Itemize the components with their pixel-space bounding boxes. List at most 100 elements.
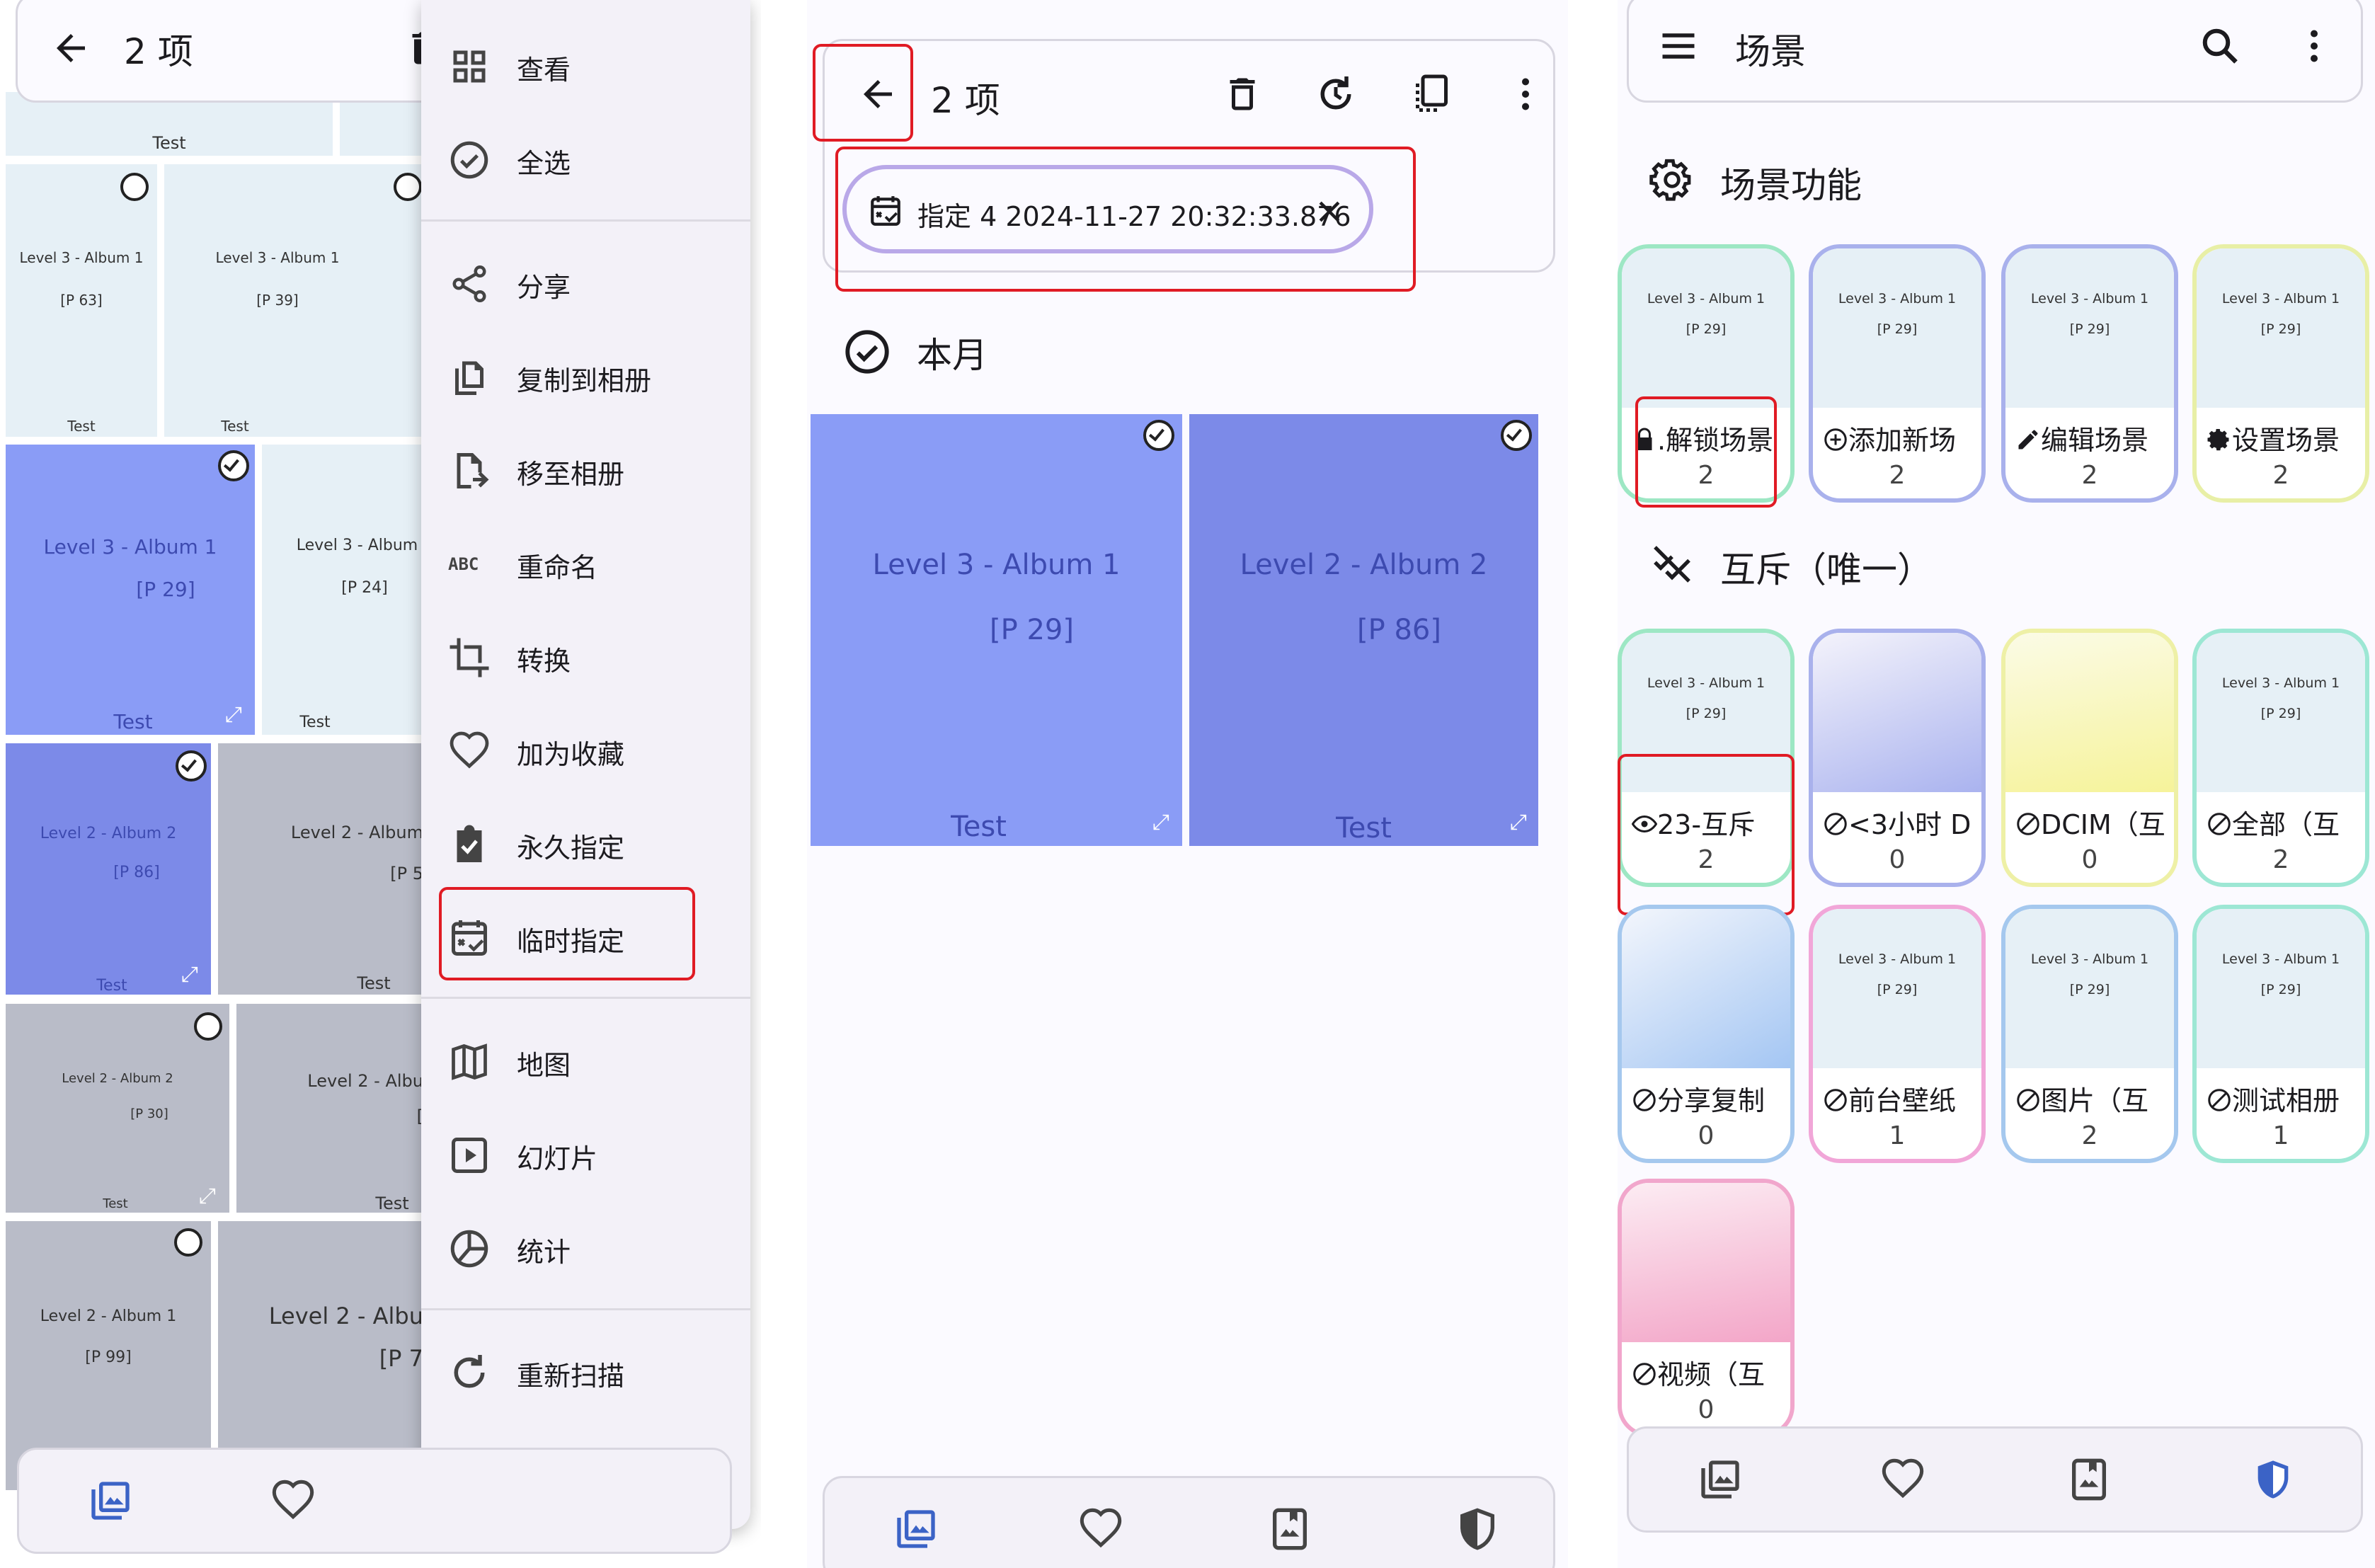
menu-item-share[interactable]: 分享	[421, 237, 750, 331]
menu-label: 重新扫描	[517, 1361, 625, 1392]
select-circle[interactable]	[194, 1012, 222, 1041]
scene-card[interactable]: 视频（互 0	[1618, 1179, 1795, 1437]
scene-card[interactable]: Level 3 - Album 1 [P 29] 添加新场 2	[1809, 244, 1986, 503]
menu-item-statistics[interactable]: 统计	[421, 1202, 750, 1295]
card-count: 0	[1698, 1121, 1715, 1150]
card-name: 测试相册	[2207, 1079, 2365, 1118]
select-circle-checked[interactable]	[218, 450, 249, 481]
more-vert-icon[interactable]	[1504, 73, 1547, 115]
select-circle-checked[interactable]	[176, 750, 207, 782]
menu-item-convert[interactable]: 转换	[421, 611, 750, 704]
expand-icon[interactable]: ⤢	[1149, 811, 1173, 835]
card-name-text: 测试相册	[2232, 1085, 2340, 1116]
scene-card[interactable]: Level 3 - Album 1 [P 29] 测试相册 1	[2192, 905, 2369, 1163]
expand-icon[interactable]: ⤢	[1506, 811, 1530, 835]
grid-view-icon	[453, 50, 486, 83]
thumbnail[interactable]: Level 3 - Album 1 [P 63] Test	[6, 164, 157, 437]
gear-icon	[2207, 429, 2229, 451]
menu-label: 查看	[517, 55, 571, 86]
thumbnail[interactable]: Level 3 - Album 1 [P 39] Test	[164, 164, 426, 437]
highlight-box	[813, 44, 913, 142]
menu-label: 转换	[517, 646, 571, 677]
delete-icon[interactable]	[1221, 73, 1264, 115]
selection-count-title: 2 项	[124, 31, 193, 72]
history-icon[interactable]	[1315, 73, 1357, 115]
block-icon	[1633, 1363, 1656, 1385]
menu-item-select-all[interactable]: 全选	[421, 113, 750, 207]
album-icon[interactable]	[2066, 1457, 2112, 1502]
menu-item-move-to-album[interactable]: 移至相册	[421, 424, 750, 517]
scene-card[interactable]: DCIM（互 0	[2001, 629, 2178, 887]
scene-card[interactable]: Level 3 - Album 1 [P 29] 图片（互 2	[2001, 905, 2178, 1163]
thumbnail[interactable]: Level 2 - Albu [ Test	[236, 1004, 426, 1213]
select-circle[interactable]	[120, 173, 149, 201]
thumbnail[interactable]: Level 2 - Album 2 [P 30] Test ⤢	[6, 1004, 229, 1213]
scene-card[interactable]: Level 3 - Album 1 [P 29] 前台壁纸 1	[1809, 905, 1986, 1163]
expand-icon[interactable]: ⤢	[195, 1184, 219, 1208]
expand-icon[interactable]: ⤢	[178, 963, 202, 987]
card-thumb-title: Level 3 - Album 1	[2030, 951, 2149, 967]
menu-icon[interactable]	[1657, 25, 1700, 67]
thumb-title: Level 2 - Album 2	[62, 1071, 173, 1086]
card-thumb-subtitle: [P 29]	[2069, 982, 2110, 997]
card-count: 2	[1889, 461, 1906, 490]
menu-item-view[interactable]: 查看	[421, 20, 750, 113]
back-arrow-icon[interactable]	[50, 27, 92, 69]
check-circle-icon[interactable]	[842, 327, 892, 377]
select-circle[interactable]	[394, 173, 422, 201]
heart-icon[interactable]	[270, 1478, 316, 1523]
copy-files-icon[interactable]	[1409, 73, 1451, 115]
scene-card[interactable]: 分享复制 0	[1618, 905, 1795, 1163]
pie-chart-icon	[450, 1230, 488, 1268]
more-vert-icon[interactable]	[2293, 25, 2335, 67]
card-name: 编辑场景	[2015, 418, 2174, 457]
block-icon	[2208, 1089, 2231, 1111]
thumb-subtitle: [P 63]	[60, 292, 103, 309]
card-name-text: 视频（互	[1657, 1359, 1765, 1390]
heart-icon[interactable]	[1078, 1506, 1123, 1552]
menu-label: 复制到相册	[517, 365, 652, 396]
thumbnail[interactable]: Level 2 - Album 2 [P 86] Test ⤢	[6, 743, 211, 995]
photo-library-icon[interactable]	[88, 1478, 133, 1523]
card-count: 1	[2272, 1121, 2289, 1150]
thumb-title: Level 2 - Album 2	[40, 825, 177, 842]
block-icon	[1824, 1089, 1847, 1111]
menu-item-rename[interactable]: ABC 重命名	[421, 517, 750, 611]
thumbnail[interactable]: Level 3 - Album 1 [P 24] Test	[262, 445, 426, 735]
card-thumb-subtitle: [P 29]	[1877, 321, 1918, 337]
search-icon[interactable]	[2199, 25, 2241, 67]
card-thumb-subtitle: [P 29]	[2069, 321, 2110, 337]
thumbnail[interactable]: Level 2 - Album 2 [P 86] Test ⤢	[1189, 414, 1538, 846]
photo-library-icon[interactable]	[1698, 1457, 1743, 1502]
menu-item-map[interactable]: 地图	[421, 1015, 750, 1109]
menu-item-add-favorite[interactable]: 加为收藏	[421, 704, 750, 798]
scene-card[interactable]: Level 3 - Album 1 [P 29] 设置场景 2	[2192, 244, 2369, 503]
select-circle-checked[interactable]	[1143, 420, 1174, 451]
card-count: 2	[2272, 845, 2289, 874]
photo-library-icon[interactable]	[893, 1506, 939, 1552]
menu-item-copy-to-album[interactable]: 复制到相册	[421, 331, 750, 424]
card-thumb-title: Level 3 - Album 1	[2030, 291, 2149, 307]
card-thumb-subtitle: [P 29]	[1686, 706, 1727, 721]
select-circle-checked[interactable]	[1501, 420, 1532, 451]
menu-item-permanent-assign[interactable]: 永久指定	[421, 798, 750, 891]
scene-card[interactable]: Level 3 - Album 1 [P 29] 全部（互 2	[2192, 629, 2369, 887]
menu-item-rescan[interactable]: 重新扫描	[421, 1326, 750, 1419]
menu-item-slideshow[interactable]: 幻灯片	[421, 1109, 750, 1202]
thumbnail[interactable]: Level 2 - Album [P 5 Test	[218, 743, 426, 995]
shield-icon[interactable]	[2250, 1457, 2296, 1502]
thumb-footer: Test	[221, 418, 249, 435]
album-icon[interactable]	[1267, 1506, 1312, 1552]
thumbnail[interactable]: Level 3 - Album 1 [P 29] Test ⤢	[811, 414, 1182, 846]
scene-card[interactable]: <3小时 D 0	[1809, 629, 1986, 887]
select-circle[interactable]	[174, 1228, 202, 1257]
thumb-title: Level 2 - Album 2	[1240, 549, 1488, 581]
menu-label: 分享	[517, 272, 571, 303]
shield-icon[interactable]	[1455, 1506, 1500, 1552]
card-name-text: 图片（互	[2041, 1085, 2149, 1116]
thumbnail[interactable]: Level 3 - Album 1 [P 29] Test ⤢	[6, 445, 255, 735]
heart-icon[interactable]	[1880, 1457, 1925, 1502]
card-thumb-subtitle: [P 29]	[1877, 982, 1918, 997]
scene-card[interactable]: Level 3 - Album 1 [P 29] 编辑场景 2	[2001, 244, 2178, 503]
expand-icon[interactable]: ⤢	[222, 703, 246, 727]
